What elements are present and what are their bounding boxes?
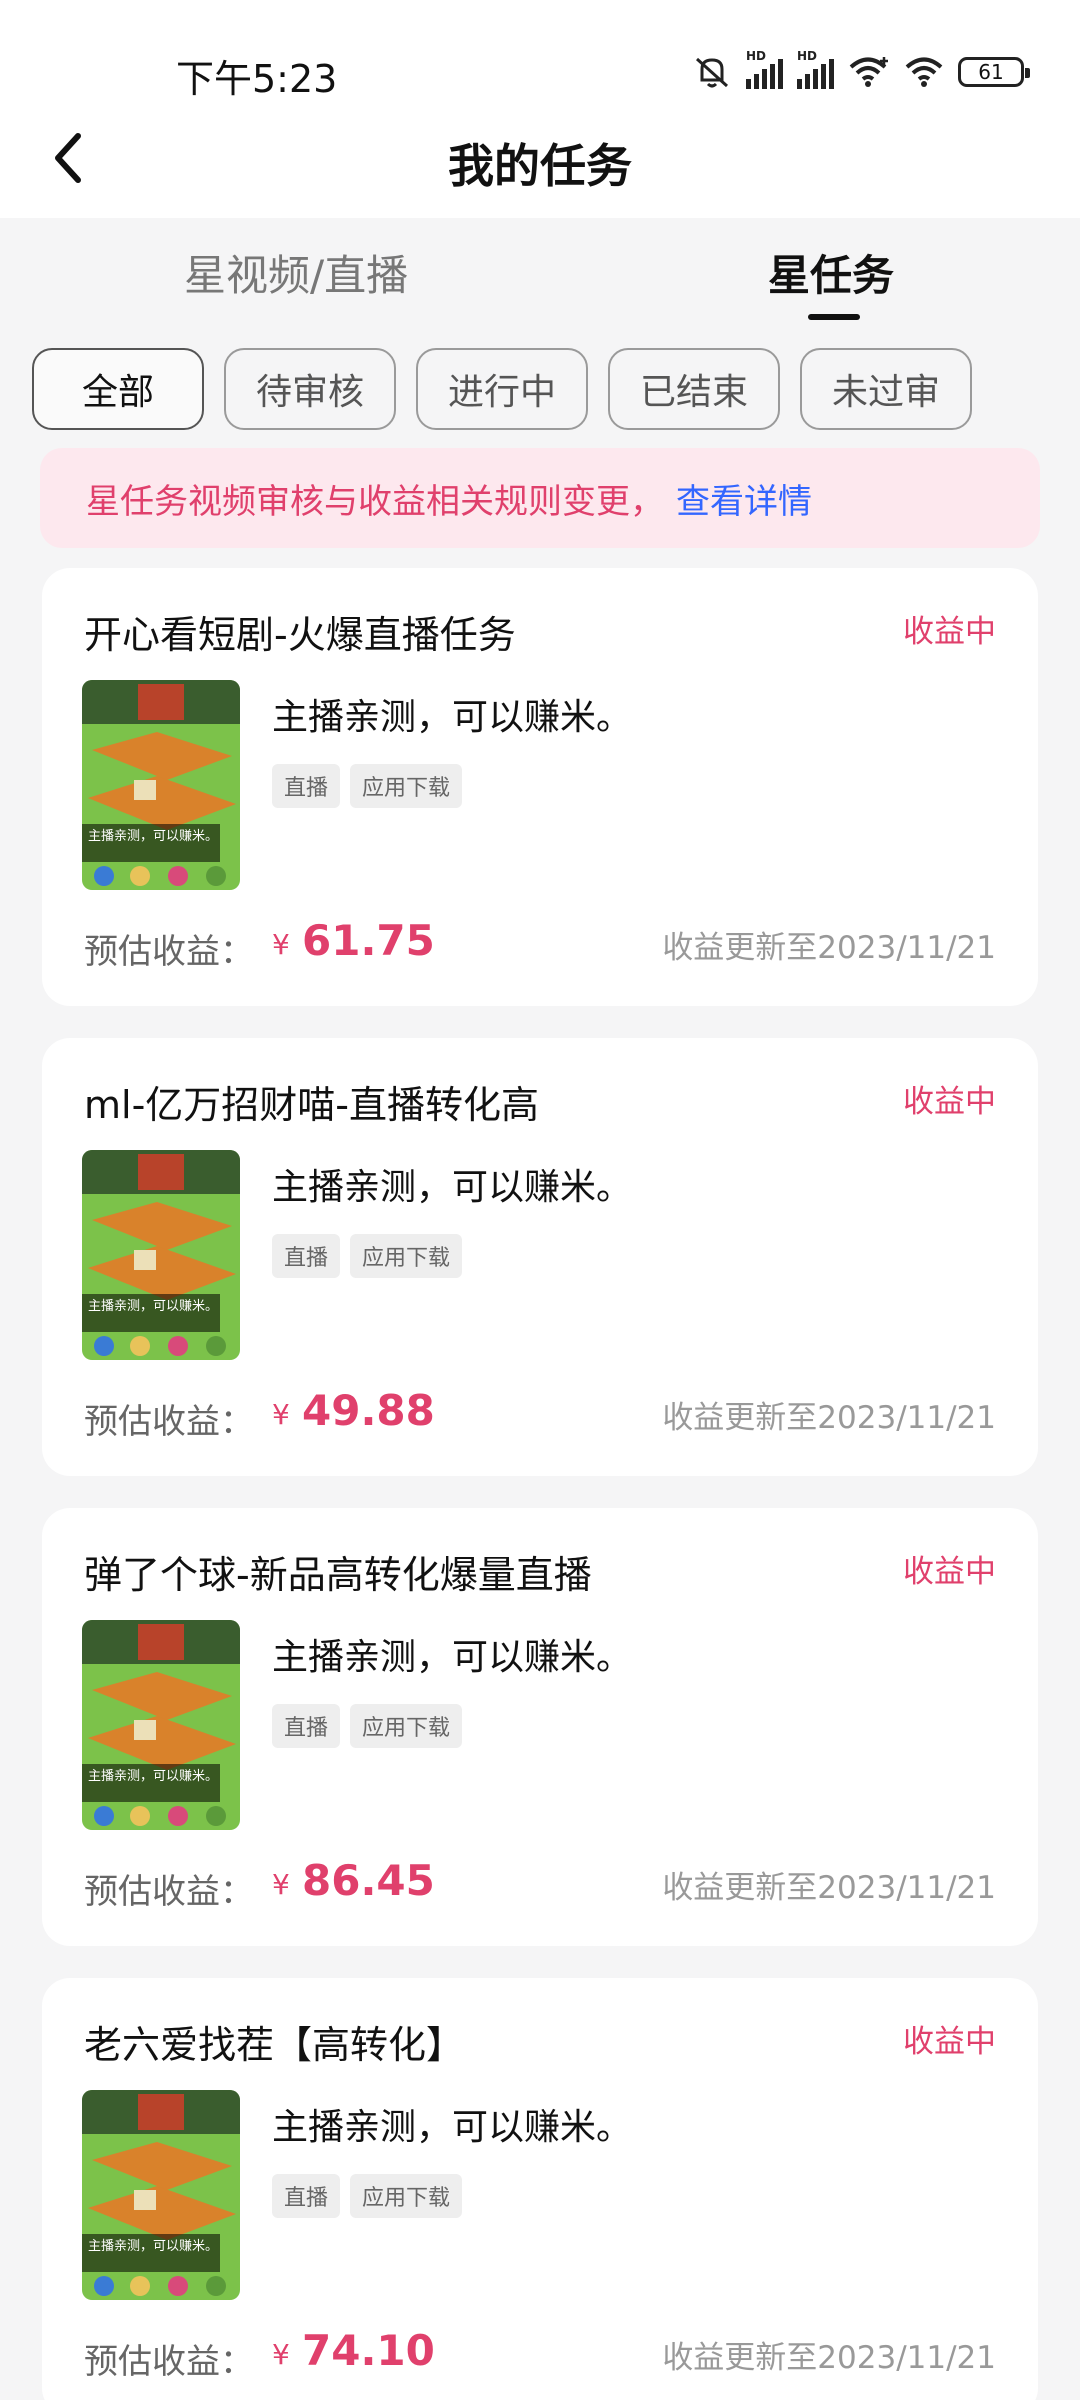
estimated-earnings-label: 预估收益： xyxy=(84,1402,254,1442)
filter-not-approved[interactable]: 未过审 xyxy=(800,348,972,430)
currency-symbol: ¥ xyxy=(272,1398,290,1431)
filter-pending-review[interactable]: 待审核 xyxy=(224,348,396,430)
wifi-plus-icon xyxy=(848,55,890,89)
task-card[interactable]: 老六爱找茬【高转化】 收益中 主播亲测，可以赚米。 主播亲测，可以赚米。 直播 … xyxy=(42,1978,1038,2400)
filter-all[interactable]: 全部 xyxy=(32,348,204,430)
task-thumbnail: 主播亲测，可以赚米。 xyxy=(82,1620,240,1830)
task-title: ml-亿万招财喵-直播转化高 xyxy=(84,1083,539,1127)
tag-app-download: 应用下载 xyxy=(350,1234,463,1278)
task-description: 主播亲测，可以赚米。 xyxy=(272,697,633,738)
task-thumbnail: 主播亲测，可以赚米。 xyxy=(82,2090,240,2300)
estimated-earnings-label: 预估收益： xyxy=(84,932,254,972)
tab-bar: 星视频/直播 星任务 xyxy=(0,232,1080,322)
notice-text: 星任务视频审核与收益相关规则变更， xyxy=(86,481,664,522)
thumbnail-caption: 主播亲测，可以赚米。 xyxy=(88,1298,218,1314)
tag-app-download: 应用下载 xyxy=(350,764,463,808)
signal-icon: HD xyxy=(797,49,834,89)
task-tags: 直播 应用下载 xyxy=(272,2174,463,2218)
earnings-updated-date: 收益更新至2023/11/21 xyxy=(662,2340,996,2376)
task-title: 弹了个球-新品高转化爆量直播 xyxy=(84,1553,592,1597)
filter-chips: 全部 待审核 进行中 已结束 未过审 xyxy=(32,348,972,430)
currency-symbol: ¥ xyxy=(272,928,290,961)
task-title: 老六爱找茬【高转化】 xyxy=(84,2023,465,2067)
task-status: 收益中 xyxy=(903,614,996,650)
task-card[interactable]: 弹了个球-新品高转化爆量直播 收益中 主播亲测，可以赚米。 主播亲测，可以赚米。… xyxy=(42,1508,1038,1946)
filter-ended[interactable]: 已结束 xyxy=(608,348,780,430)
task-card[interactable]: ml-亿万招财喵-直播转化高 收益中 主播亲测，可以赚米。 主播亲测，可以赚米。… xyxy=(42,1038,1038,1476)
tag-app-download: 应用下载 xyxy=(350,1704,463,1748)
status-time: 下午5:23 xyxy=(176,57,338,101)
tab-active-indicator xyxy=(808,314,860,320)
tag-live: 直播 xyxy=(272,2174,341,2218)
earnings-updated-date: 收益更新至2023/11/21 xyxy=(662,1870,996,1906)
currency-symbol: ¥ xyxy=(272,2338,290,2371)
tag-live: 直播 xyxy=(272,764,341,808)
task-status: 收益中 xyxy=(903,2024,996,2060)
view-details-link[interactable]: 查看详情 xyxy=(676,474,812,523)
hd-label: HD xyxy=(797,49,818,63)
battery-icon: 61 xyxy=(958,57,1030,87)
earnings-updated-date: 收益更新至2023/11/21 xyxy=(662,930,996,966)
battery-level: 61 xyxy=(978,60,1004,84)
earnings-updated-date: 收益更新至2023/11/21 xyxy=(662,1400,996,1436)
currency-symbol: ¥ xyxy=(272,1868,290,1901)
thumbnail-caption: 主播亲测，可以赚米。 xyxy=(88,1768,218,1784)
estimated-earnings-label: 预估收益： xyxy=(84,1872,254,1912)
task-status: 收益中 xyxy=(903,1554,996,1590)
task-title: 开心看短剧-火爆直播任务 xyxy=(84,613,516,657)
mute-icon xyxy=(692,54,732,90)
task-thumbnail: 主播亲测，可以赚米。 xyxy=(82,1150,240,1360)
task-tags: 直播 应用下载 xyxy=(272,764,463,808)
page-title: 我的任务 xyxy=(448,139,632,193)
status-icons: HD HD 61 xyxy=(692,49,1030,92)
filter-in-progress[interactable]: 进行中 xyxy=(416,348,588,430)
tag-live: 直播 xyxy=(272,1704,341,1748)
tag-live: 直播 xyxy=(272,1234,341,1278)
thumbnail-caption: 主播亲测，可以赚米。 xyxy=(88,828,218,844)
task-description: 主播亲测，可以赚米。 xyxy=(272,1637,633,1678)
tag-app-download: 应用下载 xyxy=(350,2174,463,2218)
task-card[interactable]: 开心看短剧-火爆直播任务 收益中 主播亲测，可以赚米。 主播亲测，可以赚米。 直… xyxy=(42,568,1038,1006)
task-description: 主播亲测，可以赚米。 xyxy=(272,2107,633,2148)
estimated-earnings-value: 49.88 xyxy=(302,1386,435,1435)
estimated-earnings-value: 86.45 xyxy=(302,1856,435,1905)
thumbnail-caption: 主播亲测，可以赚米。 xyxy=(88,2238,218,2254)
task-tags: 直播 应用下载 xyxy=(272,1234,463,1278)
rules-notice-banner: 星任务视频审核与收益相关规则变更， 查看详情 xyxy=(40,448,1040,548)
hd-label: HD xyxy=(746,49,767,63)
task-status: 收益中 xyxy=(903,1084,996,1120)
estimated-earnings-label: 预估收益： xyxy=(84,2342,254,2382)
estimated-earnings-value: 74.10 xyxy=(302,2326,435,2375)
wifi-icon xyxy=(904,55,944,89)
tab-star-video-live[interactable]: 星视频/直播 xyxy=(184,242,408,303)
estimated-earnings-value: 61.75 xyxy=(302,916,435,965)
signal-icon: HD xyxy=(746,49,783,89)
tab-star-tasks[interactable]: 星任务 xyxy=(768,242,894,303)
task-tags: 直播 应用下载 xyxy=(272,1704,463,1748)
task-thumbnail: 主播亲测，可以赚米。 xyxy=(82,680,240,890)
task-description: 主播亲测，可以赚米。 xyxy=(272,1167,633,1208)
